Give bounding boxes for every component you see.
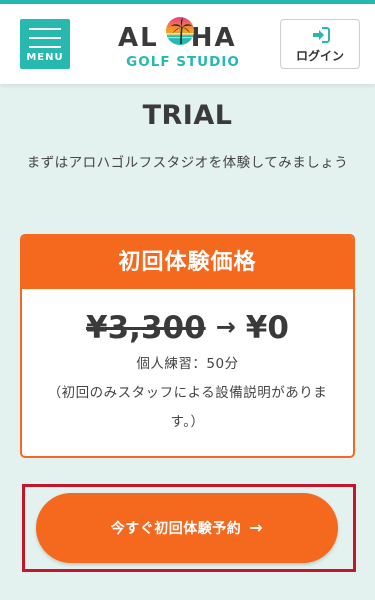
login-label: ログイン xyxy=(295,49,344,63)
hamburger-icon xyxy=(29,28,61,30)
hamburger-icon-bar xyxy=(29,37,61,39)
price-card: 初回体験価格 ¥3,300 → ¥0 個人練習：50分 （初回のみスタッフによる設備… xyxy=(20,234,355,458)
sign-in-icon xyxy=(313,27,330,43)
logo-text-left: AL xyxy=(118,23,159,53)
new-price: ¥0 xyxy=(245,310,289,346)
price-row: ¥3,300 → ¥0 xyxy=(22,304,353,350)
hamburger-icon-bar xyxy=(29,46,61,48)
menu-label: MENU xyxy=(26,52,64,63)
price-card-header: 初回体験価格 xyxy=(22,236,353,289)
arrow-right-icon: → xyxy=(249,518,264,537)
site-logo[interactable]: AL HA GOLF STUDIO xyxy=(118,16,248,76)
price-arrow: → xyxy=(215,313,236,341)
trial-reservation-button[interactable]: 今すぐ初回体験予約 → xyxy=(36,493,338,563)
logo-subtext: GOLF STUDIO xyxy=(126,54,240,70)
section-title: TRIAL xyxy=(142,100,233,131)
logo-text-right: HA xyxy=(190,23,237,53)
session-detail: 個人練習：50分 xyxy=(136,356,239,372)
site-header: MENU AL HA GOLF STUDIO ログイン xyxy=(0,4,375,84)
palm-sunset-icon xyxy=(166,17,194,45)
section-description: まずはアロハゴルフスタジオを体験してみましょう xyxy=(26,155,349,171)
session-note: （初回のみスタッフによる設備説明があります。） xyxy=(47,385,328,430)
menu-button[interactable]: MENU xyxy=(20,19,70,69)
old-price: ¥3,300 xyxy=(86,310,206,346)
login-button[interactable]: ログイン xyxy=(280,19,360,69)
cta-label: 今すぐ初回体験予約 xyxy=(110,521,242,537)
price-detail: 個人練習：50分 （初回のみスタッフによる設備説明があります。） xyxy=(37,350,338,437)
